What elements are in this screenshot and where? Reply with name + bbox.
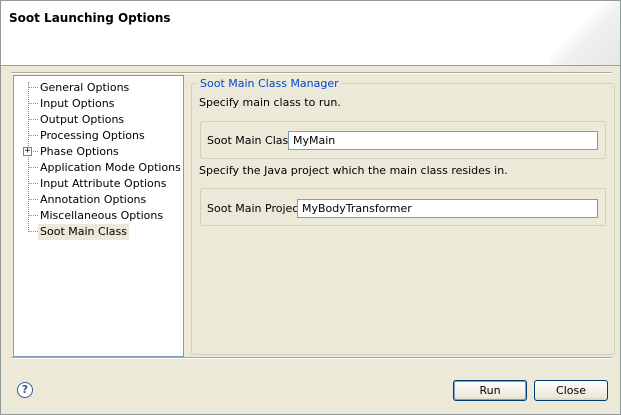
expand-plus-icon[interactable]: + [23, 147, 32, 156]
main-class-input[interactable]: MyMain [288, 131, 598, 150]
banner-decoration [550, 1, 620, 65]
main-project-input[interactable]: MyBodyTransformer [297, 199, 598, 218]
tree-connector [28, 183, 38, 184]
main-class-label: Soot Main Class [207, 134, 294, 147]
tree-item-label: General Options [40, 81, 130, 94]
project-instruction: Specify the Java project which the main … [199, 164, 508, 177]
main-class-instruction: Specify main class to run. [199, 96, 341, 109]
bottom-separator [11, 357, 612, 359]
tree-item-label: Miscellaneous Options [40, 209, 164, 222]
tree-item-label: Processing Options [40, 129, 145, 142]
tree-item-label: Soot Main Class [38, 224, 129, 240]
tree-item-label: Application Mode Options [40, 161, 181, 174]
tree-connector [28, 135, 38, 136]
top-separator [11, 72, 612, 74]
group-title: Soot Main Class Manager [197, 77, 342, 90]
tree-item-label: Input Options [40, 97, 115, 110]
tree-item-label: Annotation Options [40, 193, 147, 206]
options-tree[interactable]: General Options Input Options Output Opt… [13, 75, 184, 357]
help-icon[interactable]: ? [17, 382, 33, 398]
tree-guide-line [28, 82, 29, 230]
tree-connector [28, 215, 38, 216]
tree-connector [28, 87, 38, 88]
tree-item-label: Output Options [40, 113, 125, 126]
tree-connector [28, 231, 38, 232]
tree-connector [28, 119, 38, 120]
tree-connector [28, 167, 38, 168]
tree-item-label: Phase Options [40, 145, 119, 158]
title-banner: Soot Launching Options [1, 1, 620, 66]
close-button[interactable]: Close [534, 380, 608, 401]
tree-connector [28, 103, 38, 104]
dialog-window: Soot Launching Options General Options I… [0, 0, 621, 415]
main-project-label: Soot Main Project [207, 202, 303, 215]
tree-connector [28, 199, 38, 200]
dialog-title: Soot Launching Options [9, 11, 171, 25]
tree-item-label: Input Attribute Options [40, 177, 167, 190]
run-button[interactable]: Run [453, 380, 527, 401]
